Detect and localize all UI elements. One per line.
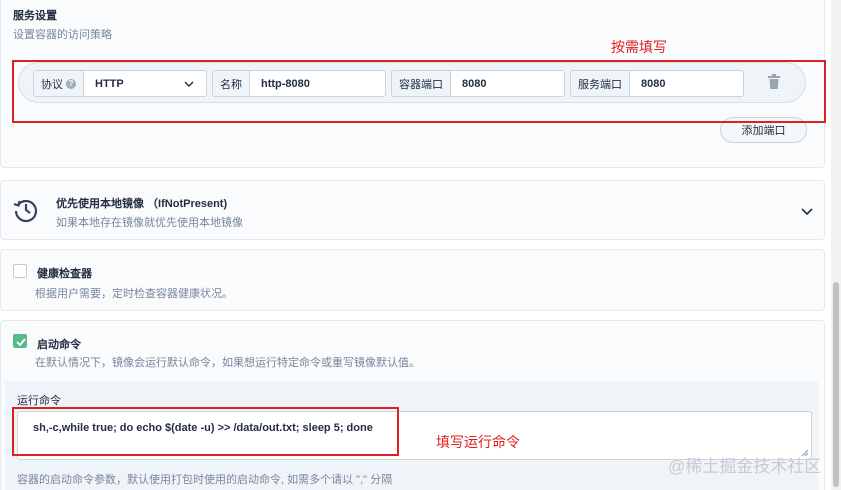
health-check-section: 健康检查器 根据用户需要，定时检查容器健康状况。: [0, 249, 825, 311]
run-command-hint: 容器的启动命令参数，默认使用打包时使用的启动命令, 如需多个请以 "," 分隔: [17, 474, 393, 486]
start-command-checkbox[interactable]: [13, 334, 27, 348]
scrollbar-thumb[interactable]: [833, 282, 839, 487]
chevron-down-icon[interactable]: [801, 203, 813, 216]
clock-history-icon: [12, 196, 40, 224]
run-command-label: 运行命令: [17, 395, 61, 407]
annotation-box-ports: [12, 60, 826, 123]
start-command-desc: 在默认情况下，镜像会运行默认命令，如果想运行特定命令或重写镜像默认值。: [35, 357, 420, 369]
annotation-fill-command: 填写运行命令: [436, 434, 520, 450]
health-check-checkbox[interactable]: [13, 264, 27, 278]
pull-policy-section[interactable]: 优先使用本地镜像 （IfNotPresent) 如果本地存在镜像就优先使用本地镜…: [0, 180, 825, 240]
service-settings-title: 服务设置: [13, 10, 57, 22]
annotation-box-command: [12, 407, 399, 456]
health-check-desc: 根据用户需要，定时检查容器健康状况。: [35, 288, 233, 300]
pull-policy-desc: 如果本地存在镜像就优先使用本地镜像: [56, 217, 243, 229]
start-command-title: 启动命令: [37, 339, 81, 351]
service-settings-desc: 设置容器的访问策略: [13, 29, 112, 41]
pull-policy-title: 优先使用本地镜像 （IfNotPresent): [56, 198, 228, 210]
check-icon: [16, 338, 26, 347]
health-check-title: 健康检查器: [37, 268, 92, 280]
watermark: @稀土掘金技术社区: [668, 457, 822, 476]
annotation-fill-as-needed: 按需填写: [611, 39, 667, 55]
